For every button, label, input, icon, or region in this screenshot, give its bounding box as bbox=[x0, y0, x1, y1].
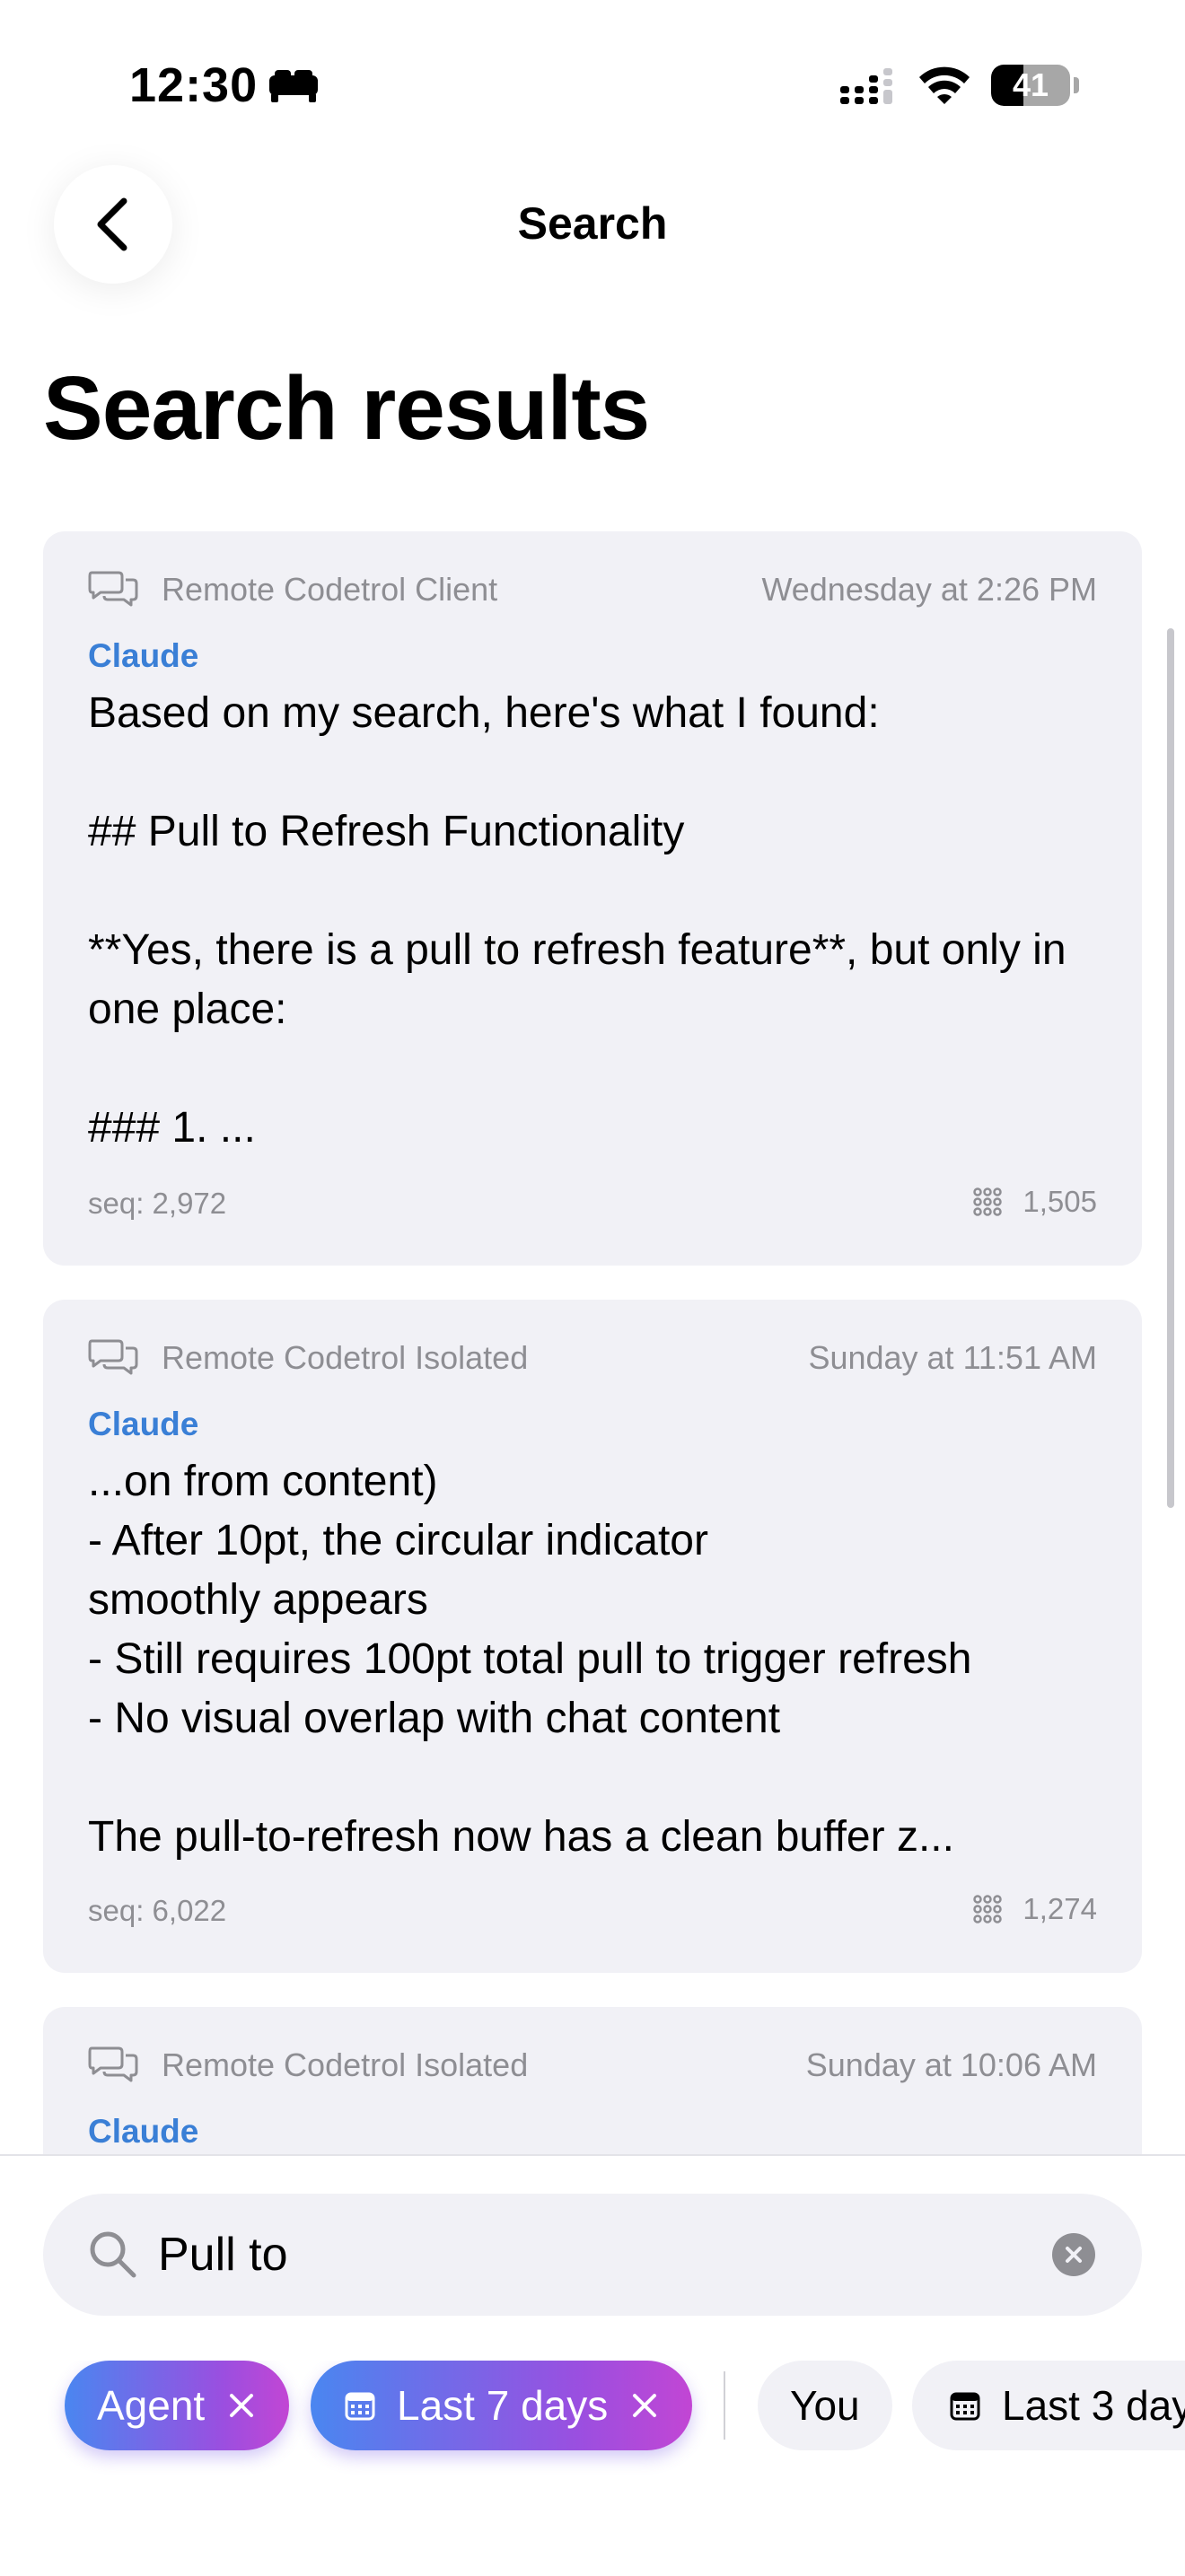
result-timestamp: Wednesday at 2:26 PM bbox=[761, 571, 1097, 608]
result-author: Claude bbox=[88, 2113, 199, 2150]
calendar-icon bbox=[950, 2392, 980, 2421]
scrollbar[interactable] bbox=[1167, 628, 1174, 1508]
filter-chip-you[interactable]: You bbox=[758, 2361, 892, 2450]
grid-dots-icon bbox=[973, 1187, 1003, 1216]
result-excerpt: Based on my search, here's what I found:… bbox=[88, 689, 1066, 1152]
result-seq: seq: 2,972 bbox=[88, 1187, 227, 1220]
nav-title: Search bbox=[517, 198, 668, 249]
filter-chip-label: Last 3 days bbox=[1002, 2382, 1185, 2429]
result-seq: seq: 6,022 bbox=[88, 1894, 227, 1927]
conversation-icon bbox=[88, 1339, 138, 1375]
filter-chip-last-7-days[interactable]: Last 7 days bbox=[311, 2361, 693, 2450]
status-time: 12:30 bbox=[129, 58, 259, 112]
remove-filter-button[interactable] bbox=[631, 2392, 658, 2419]
result-header: Remote Codetrol Client Wednesday at 2:26… bbox=[88, 562, 1097, 616]
close-icon bbox=[1066, 2247, 1082, 2263]
filter-chips: Agent Last 7 days You Last 3 day bbox=[0, 2361, 1185, 2504]
result-token-count: 1,505 bbox=[1023, 1185, 1097, 1218]
search-input[interactable] bbox=[158, 2194, 1038, 2316]
battery-level: 41 bbox=[1012, 66, 1049, 103]
filter-chip-label: Agent bbox=[97, 2382, 206, 2429]
result-timestamp: Sunday at 11:51 AM bbox=[808, 1339, 1097, 1376]
result-header: Remote Codetrol Isolated Sunday at 10:06… bbox=[88, 2037, 1097, 2091]
result-header: Remote Codetrol Isolated Sunday at 11:51… bbox=[88, 1330, 1097, 1384]
result-author: Claude bbox=[88, 637, 199, 674]
clear-search-button[interactable] bbox=[1052, 2233, 1095, 2276]
page-title: Search results bbox=[43, 358, 650, 459]
battery-indicator: 41 bbox=[991, 65, 1070, 106]
result-card[interactable]: Remote Codetrol Client Wednesday at 2:26… bbox=[43, 531, 1142, 1266]
close-icon bbox=[230, 2394, 254, 2417]
result-source: Remote Codetrol Isolated bbox=[162, 2046, 529, 2083]
conversation-icon bbox=[88, 571, 138, 607]
wifi-icon bbox=[919, 66, 970, 104]
bottom-search-bar: Agent Last 7 days bbox=[0, 2154, 1185, 2576]
filter-chip-last-3-days[interactable]: Last 3 days bbox=[912, 2361, 1185, 2450]
search-icon bbox=[90, 2231, 136, 2278]
filter-chip-agent[interactable]: Agent bbox=[65, 2361, 290, 2450]
grid-dots-icon bbox=[973, 1895, 1003, 1923]
close-icon bbox=[633, 2394, 657, 2417]
result-source: Remote Codetrol Client bbox=[162, 571, 498, 608]
search-field[interactable] bbox=[43, 2194, 1142, 2316]
result-tokens: 1,274 bbox=[972, 1892, 1097, 1926]
battery-cap bbox=[1074, 77, 1079, 93]
filter-chip-label: Last 7 days bbox=[397, 2382, 609, 2429]
result-author: Claude bbox=[88, 1406, 199, 1442]
calendar-icon bbox=[345, 2392, 375, 2421]
result-tokens: 1,505 bbox=[972, 1185, 1097, 1219]
conversation-icon bbox=[88, 2046, 138, 2082]
result-card[interactable]: Remote Codetrol Isolated Sunday at 11:51… bbox=[43, 1300, 1142, 1973]
cellular-signal-icon bbox=[840, 68, 892, 104]
result-source: Remote Codetrol Isolated bbox=[162, 1339, 529, 1376]
remove-filter-button[interactable] bbox=[228, 2392, 255, 2419]
bed-icon bbox=[269, 70, 318, 102]
status-bar: 12:30 41 bbox=[0, 0, 1185, 171]
result-timestamp: Sunday at 10:06 AM bbox=[805, 2046, 1097, 2083]
result-excerpt: ...on from content) - After 10pt, the ci… bbox=[88, 1458, 972, 1861]
chip-divider bbox=[724, 2371, 725, 2440]
filter-chip-label: You bbox=[790, 2382, 860, 2429]
result-token-count: 1,274 bbox=[1023, 1892, 1097, 1925]
